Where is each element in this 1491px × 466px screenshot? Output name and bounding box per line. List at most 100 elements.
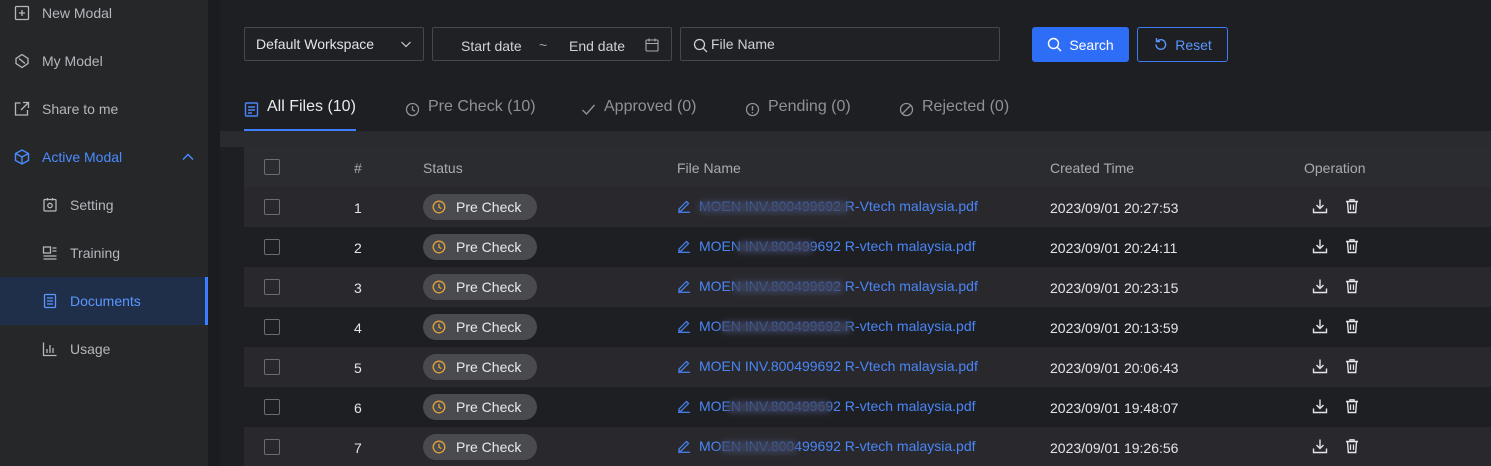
redaction-blur [699,201,849,213]
row-checkbox[interactable] [264,439,280,455]
model-icon [14,53,30,69]
sidebar-item-label: Training [70,245,121,261]
reset-button[interactable]: Reset [1137,27,1228,62]
row-checkbox[interactable] [264,279,280,295]
row-number: 4 [354,320,362,336]
status-badge-label: Pre Check [456,399,522,415]
row-checkbox[interactable] [264,359,280,375]
sidebar-item-label: Active Modal [42,149,123,165]
tab-pre-check[interactable]: Pre Check (10) [405,98,536,132]
main-content: Default Workspace Start date ~ End date … [220,0,1491,466]
edit-icon[interactable] [677,239,691,253]
file-name-link[interactable]: MOEN INV.800499692 R-vtech malaysia.pdf [677,398,976,414]
file-name-link[interactable]: MOEN INV.800499692 R-vtech malaysia.pdf [677,318,976,334]
download-icon[interactable] [1312,318,1328,334]
trash-icon[interactable] [1344,198,1360,214]
sidebar-item-setting[interactable]: Setting [0,181,208,229]
file-name-link[interactable]: MOEN INV.800499692 R-vtech malaysia.pdf [677,438,976,454]
tab-approved[interactable]: Approved (0) [581,98,697,132]
edit-icon[interactable] [677,199,691,213]
file-name-text: MOEN INV.800499692 R-vtech malaysia.pdf [699,238,976,254]
sidebar: New Modal My Model Share to me Active Mo… [0,0,208,466]
sidebar-item-documents[interactable]: Documents [0,277,208,325]
sidebar-item-new-modal[interactable]: New Modal [0,0,208,37]
clock-icon [432,400,446,414]
table-row[interactable]: 7 Pre Check MOEN INV.800499692 R-vtech mal… [244,427,1491,466]
status-badge: Pre Check [423,394,537,420]
edit-icon[interactable] [677,399,691,413]
file-name-link[interactable]: MOEN INV.800499692 R-Vtech malaysia.pdf [677,358,978,374]
trash-icon[interactable] [1344,238,1360,254]
file-name-search-field[interactable] [680,27,1000,61]
sidebar-item-training[interactable]: Training [0,229,208,277]
search-button[interactable]: Search [1032,27,1129,62]
start-date-input[interactable]: Start date [461,38,522,54]
status-badge: Pre Check [423,274,537,300]
table-row[interactable]: 5 Pre Check MOEN INV.800499692 R-Vtech mal… [244,347,1491,387]
file-name-link[interactable]: MOEN INV.800499692 R-Vtech malaysia.pdf [677,198,978,214]
download-icon[interactable] [1312,238,1328,254]
table-row[interactable]: 1 Pre Check MOEN INV.800499692 R-Vtech mal… [244,187,1491,227]
edit-icon[interactable] [677,439,691,453]
date-range-picker[interactable]: Start date ~ End date [432,27,672,61]
download-icon[interactable] [1312,358,1328,374]
download-icon[interactable] [1312,438,1328,454]
sidebar-item-my-model[interactable]: My Model [0,37,208,85]
download-icon[interactable] [1312,278,1328,294]
tab-pending[interactable]: Pending (0) [745,98,851,132]
row-checkbox[interactable] [264,319,280,335]
download-icon[interactable] [1312,198,1328,214]
edit-icon[interactable] [677,319,691,333]
sidebar-item-label: Documents [70,293,141,309]
workspace-select-value: Default Workspace [256,36,375,52]
clock-icon [432,200,446,214]
tab-label: Pending (0) [768,98,851,115]
created-time: 2023/09/01 20:23:15 [1050,280,1179,296]
chevron-up-icon[interactable] [181,150,195,164]
row-number: 5 [354,360,362,376]
trash-icon[interactable] [1344,278,1360,294]
table-row[interactable]: 6 Pre Check MOEN INV.800499692 R-vtech mal… [244,387,1491,427]
trash-icon[interactable] [1344,398,1360,414]
sidebar-item-share-to-me[interactable]: Share to me [0,85,208,133]
sidebar-item-label: Usage [70,341,111,357]
row-checkbox[interactable] [264,399,280,415]
edit-icon[interactable] [677,359,691,373]
table-row[interactable]: 4 Pre Check MOEN INV.800499692 R-vtech mal… [244,307,1491,347]
setting-icon [42,197,58,213]
table-row[interactable]: 3 Pre Check MOEN INV.800499692 R-Vtech mal… [244,267,1491,307]
workspace-select[interactable]: Default Workspace [244,27,424,61]
column-header-created-time: Created Time [1050,160,1135,176]
calendar-icon [645,38,659,52]
cube-icon [14,149,30,165]
row-number: 1 [354,200,362,216]
end-date-input[interactable]: End date [569,38,625,54]
chevron-down-icon [401,41,411,48]
created-time: 2023/09/01 19:26:56 [1050,440,1179,456]
trash-icon[interactable] [1344,438,1360,454]
search-icon [1048,37,1062,52]
file-name-link[interactable]: MOEN INV.800499692 R-Vtech malaysia.pdf [677,278,978,294]
table-row[interactable]: 2 Pre Check MOEN INV.800499692 R-vtech mal… [244,227,1491,267]
file-name-text: MOEN INV.800499692 R-Vtech malaysia.pdf [699,358,978,374]
tab-all-files[interactable]: All Files (10) [244,98,356,132]
row-checkbox[interactable] [264,199,280,215]
sidebar-item-usage[interactable]: Usage [0,325,208,373]
file-name-text: MOEN INV.800499692 R-Vtech malaysia.pdf [699,278,978,294]
status-badge-label: Pre Check [456,239,522,255]
select-all-checkbox[interactable] [264,159,280,175]
file-name-input[interactable] [711,28,991,60]
file-name-link[interactable]: MOEN INV.800499692 R-vtech malaysia.pdf [677,238,976,254]
sidebar-item-active-modal[interactable]: Active Modal [0,133,208,181]
trash-icon[interactable] [1344,358,1360,374]
date-separator: ~ [539,37,548,53]
row-checkbox[interactable] [264,239,280,255]
status-badge: Pre Check [423,354,537,380]
row-number: 6 [354,400,362,416]
download-icon[interactable] [1312,398,1328,414]
tab-rejected[interactable]: Rejected (0) [899,98,1009,132]
reset-icon [1155,38,1167,50]
tab-label: Rejected (0) [922,98,1010,115]
trash-icon[interactable] [1344,318,1360,334]
edit-icon[interactable] [677,279,691,293]
